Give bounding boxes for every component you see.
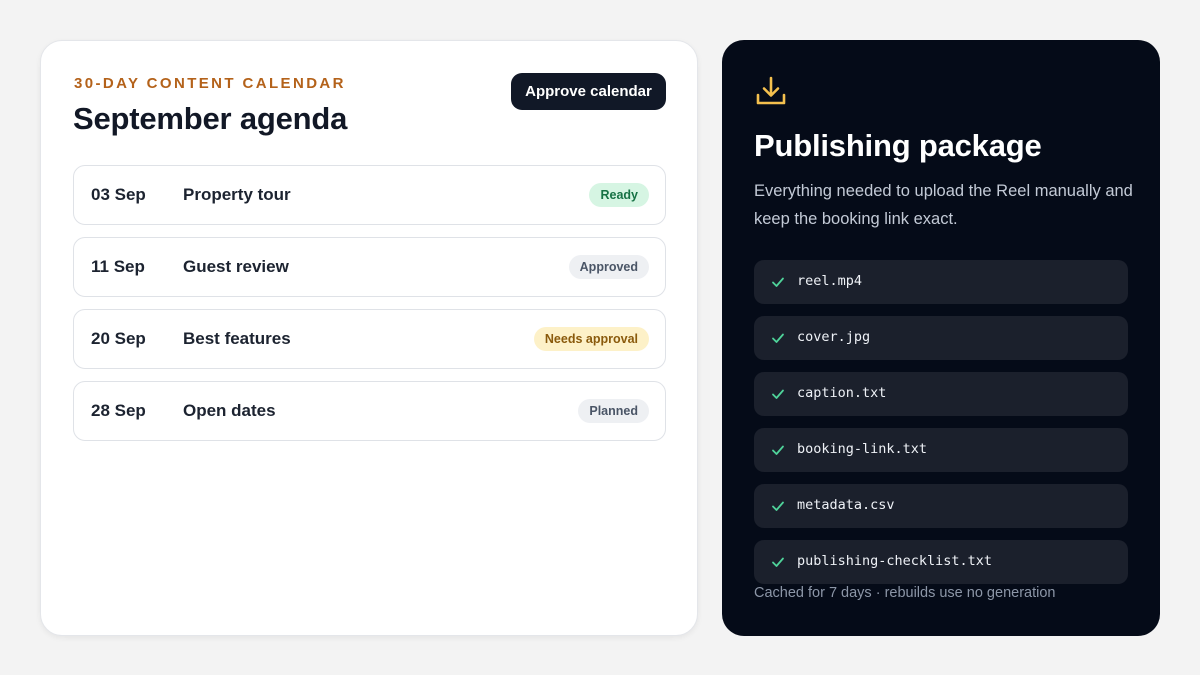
- status-badge: Needs approval: [533, 327, 649, 351]
- agenda-topic: Open dates: [183, 401, 276, 420]
- calendar-eyebrow: 30-DAY CONTENT CALENDAR: [74, 75, 346, 92]
- file-item[interactable]: reel.mp4: [754, 260, 1128, 304]
- agenda-date: 11 Sep: [91, 257, 145, 276]
- status-badge: Approved: [568, 255, 649, 279]
- file-item[interactable]: metadata.csv: [754, 484, 1128, 528]
- agenda-item-best-features[interactable]: 20 Sep Best features Needs approval: [73, 309, 666, 369]
- agenda-topic: Property tour: [183, 185, 291, 204]
- file-name: reel.mp4: [797, 273, 863, 289]
- file-name: cover.jpg: [797, 329, 871, 345]
- file-item[interactable]: publishing-checklist.txt: [754, 540, 1128, 584]
- check-icon: [772, 501, 784, 511]
- download-icon[interactable]: [754, 74, 788, 108]
- check-icon: [772, 389, 784, 399]
- file-item[interactable]: cover.jpg: [754, 316, 1128, 360]
- package-description: Everything needed to upload the Reel man…: [754, 182, 1133, 228]
- file-list: reel.mp4 cover.jpg caption.txt booking-l…: [754, 260, 1128, 596]
- content-calendar-card: 30-DAY CONTENT CALENDAR September agenda…: [40, 40, 698, 636]
- status-badge: Ready: [589, 183, 649, 207]
- agenda-list: 03 Sep Property tour Ready 11 Sep Guest …: [73, 165, 666, 453]
- check-icon: [772, 333, 784, 343]
- agenda-date: 03 Sep: [91, 185, 146, 204]
- agenda-topic: Best features: [183, 329, 291, 348]
- agenda-item-property-tour[interactable]: 03 Sep Property tour Ready: [73, 165, 666, 225]
- check-icon: [772, 557, 784, 567]
- file-name: booking-link.txt: [797, 441, 928, 457]
- package-title: Publishing package: [754, 128, 1042, 163]
- agenda-item-guest-review[interactable]: 11 Sep Guest review Approved: [73, 237, 666, 297]
- file-item[interactable]: caption.txt: [754, 372, 1128, 416]
- check-icon: [772, 277, 784, 287]
- file-item[interactable]: booking-link.txt: [754, 428, 1128, 472]
- file-name: publishing-checklist.txt: [797, 553, 993, 569]
- check-icon: [772, 445, 784, 455]
- agenda-date: 20 Sep: [91, 329, 146, 348]
- publishing-package-card: Publishing package Everything needed to …: [722, 40, 1160, 636]
- cache-note: Cached for 7 days · rebuilds use no gene…: [754, 585, 1056, 601]
- agenda-date: 28 Sep: [91, 401, 146, 420]
- status-badge: Planned: [578, 399, 649, 423]
- file-name: caption.txt: [797, 385, 887, 401]
- agenda-item-open-dates[interactable]: 28 Sep Open dates Planned: [73, 381, 666, 441]
- page-title: September agenda: [73, 101, 348, 136]
- file-name: metadata.csv: [797, 497, 895, 513]
- approve-calendar-button[interactable]: Approve calendar: [511, 73, 666, 110]
- agenda-topic: Guest review: [183, 257, 289, 276]
